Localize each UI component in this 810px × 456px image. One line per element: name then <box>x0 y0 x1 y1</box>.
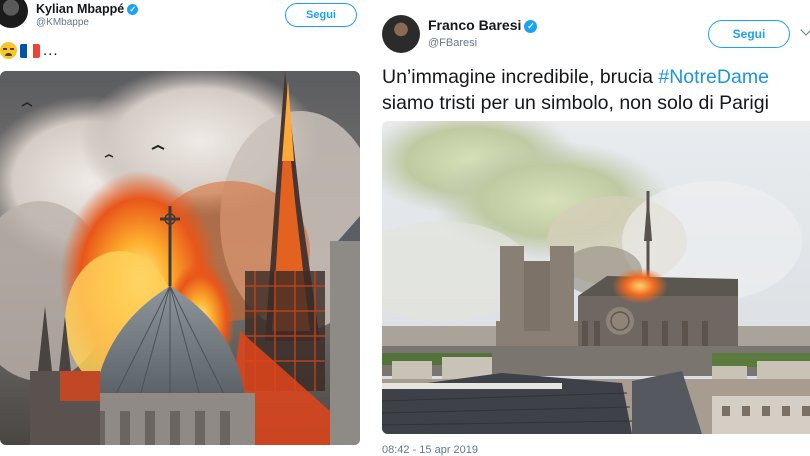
divider <box>366 0 374 456</box>
hashtag-link[interactable]: #NotreDame <box>658 66 769 88</box>
tweet-text-prefix: Un’immagine incredibile, brucia <box>382 66 659 88</box>
follow-button[interactable]: Segui <box>708 20 790 48</box>
notre-dame-skyline-photo <box>382 121 810 434</box>
user-handle[interactable]: @KMbappe <box>36 17 89 28</box>
avatar[interactable] <box>0 0 28 28</box>
display-name[interactable]: Franco Baresi ✓ <box>428 17 538 33</box>
tweet-text-suffix: ... <box>43 42 59 59</box>
tweet-photo-notre-dame-fire[interactable] <box>0 71 360 445</box>
tweet-text-line-2: siamo tristi per un simbolo, non solo di… <box>382 92 769 114</box>
france-flag-icon <box>20 43 40 58</box>
avatar[interactable] <box>382 15 420 53</box>
display-name[interactable]: Kylian Mbappé ✓ <box>36 2 139 16</box>
tweet-baresi: Franco Baresi ✓ @FBaresi Segui Un’immagin… <box>374 0 810 456</box>
tweet-text-line-1: Un’immagine incredibile, brucia #NotreDa… <box>382 64 810 90</box>
tweet-timestamp[interactable]: 08:42 - 15 apr 2019 <box>382 444 478 456</box>
user-handle[interactable]: @FBaresi <box>428 37 477 49</box>
tweet-text: ... <box>0 42 59 59</box>
notre-dame-fire-photo <box>0 71 360 445</box>
verified-badge-icon: ✓ <box>524 20 538 33</box>
display-name-text[interactable]: Kylian Mbappé <box>36 2 124 16</box>
display-name-text[interactable]: Franco Baresi <box>428 17 521 33</box>
chevron-down-icon[interactable] <box>800 24 810 36</box>
tweet-mbappe: Kylian Mbappé ✓ @KMbappe Segui ... <box>0 0 366 456</box>
follow-button[interactable]: Segui <box>285 3 357 27</box>
verified-badge-icon: ✓ <box>127 4 139 15</box>
crying-face-emoji-icon <box>0 42 17 59</box>
tweet-text: Un’immagine incredibile, brucia #NotreDa… <box>382 64 810 116</box>
tweet-photo-notre-dame-skyline[interactable] <box>382 121 810 434</box>
